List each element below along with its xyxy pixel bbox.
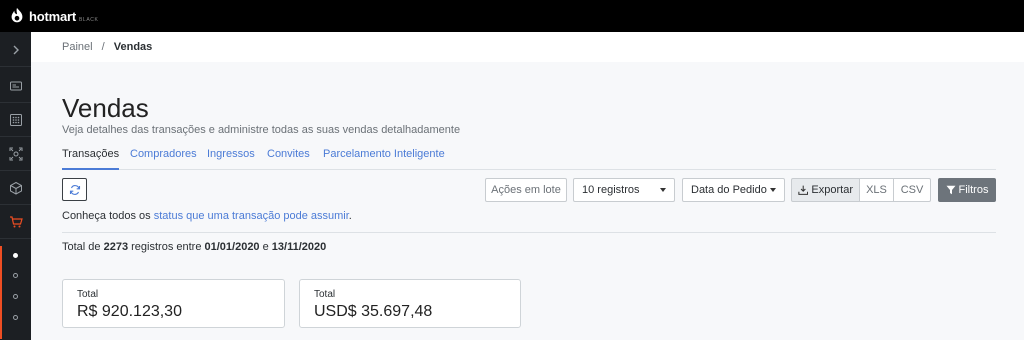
brand-logo[interactable]: hotmart BLACK — [8, 7, 98, 25]
summary-prefix: Total de — [62, 241, 104, 253]
submenu-dot[interactable] — [13, 315, 18, 320]
summary-and: e — [259, 241, 272, 253]
submenu-dot-active[interactable] — [13, 253, 18, 258]
card-label: Total — [77, 289, 99, 300]
breadcrumb: Painel / Vendas — [62, 41, 152, 53]
refresh-button[interactable] — [62, 178, 87, 201]
divider — [62, 232, 996, 233]
sidebar-item-sales[interactable] — [0, 206, 31, 239]
card-value: USD$ 35.697,48 — [314, 303, 433, 320]
records-per-page-select[interactable]: 10 registros — [573, 178, 675, 202]
date-type-value: Data do Pedido — [691, 184, 767, 196]
tab-convites[interactable]: Convites — [267, 148, 310, 170]
submenu-dot[interactable] — [13, 273, 18, 278]
grid-icon — [9, 114, 22, 126]
sidebar-item-products[interactable] — [0, 172, 31, 205]
top-bar: hotmart BLACK — [0, 0, 1024, 32]
export-group: Exportar XLS CSV — [791, 178, 931, 202]
export-xls-button[interactable]: XLS — [860, 178, 894, 202]
hotmart-flame-icon — [11, 7, 23, 23]
brand-tier: BLACK — [79, 17, 99, 23]
sidebar — [0, 32, 31, 340]
funnel-icon — [946, 185, 956, 195]
summary-end-date: 13/11/2020 — [271, 241, 327, 253]
summary-count: 2273 — [103, 241, 129, 253]
breadcrumb-current: Vendas — [113, 41, 153, 53]
export-csv-button[interactable]: CSV — [894, 178, 931, 202]
summary-start-date: 01/01/2020 — [204, 241, 260, 253]
export-button[interactable]: Exportar — [791, 178, 860, 202]
records-summary: Total de 2273 registros entre 01/01/2020… — [62, 241, 326, 253]
date-type-select[interactable]: Data do Pedido — [682, 178, 785, 202]
records-per-page-value: 10 registros — [582, 184, 640, 196]
caret-down-icon — [660, 188, 666, 192]
info-prefix: Conheça todos os — [62, 210, 154, 222]
refresh-icon — [69, 184, 80, 195]
filters-label: Filtros — [958, 184, 989, 196]
page-title: Vendas — [62, 93, 149, 123]
export-label: Exportar — [811, 184, 853, 196]
sidebar-item-dashboard[interactable] — [0, 70, 31, 103]
sidebar-expand-button[interactable] — [0, 34, 31, 67]
transaction-status-link[interactable]: status que uma transação pode assumir — [154, 210, 349, 222]
card-label: Total — [314, 289, 336, 300]
total-usd-card: Total USD$ 35.697,48 — [299, 279, 521, 328]
tab-compradores[interactable]: Compradores — [130, 148, 197, 170]
caret-down-icon — [770, 188, 776, 192]
card-value: R$ 920.123,30 — [77, 303, 182, 320]
submenu-dot[interactable] — [13, 294, 18, 299]
page-subtitle: Veja detalhes das transações e administr… — [62, 124, 461, 136]
status-info-text: Conheça todos os status que uma transaçã… — [62, 210, 352, 222]
id-card-icon — [9, 81, 22, 91]
brand-name: hotmart — [29, 9, 76, 24]
sidebar-active-indicator — [0, 246, 2, 339]
box-icon — [9, 181, 22, 195]
sidebar-item-network[interactable] — [0, 138, 31, 171]
breadcrumb-bar: Painel / Vendas — [31, 32, 1024, 62]
sidebar-item-apps[interactable] — [0, 104, 31, 137]
bulk-actions-button[interactable]: Ações em lote — [485, 178, 567, 202]
tab-bar: Transações Compradores Ingressos Convite… — [62, 148, 996, 170]
download-tray-icon — [798, 185, 809, 195]
breadcrumb-separator: / — [101, 41, 105, 53]
summary-middle: registros entre — [128, 241, 205, 253]
tab-parcelamento-inteligente[interactable]: Parcelamento Inteligente — [323, 148, 445, 170]
breadcrumb-parent-link[interactable]: Painel — [62, 41, 93, 53]
tab-transacoes[interactable]: Transações — [62, 148, 120, 170]
info-suffix: . — [348, 210, 352, 222]
network-icon — [9, 147, 22, 161]
cart-icon — [9, 216, 23, 228]
tab-ingressos[interactable]: Ingressos — [207, 148, 255, 170]
chevron-right-icon — [13, 45, 19, 55]
filters-button[interactable]: Filtros — [938, 178, 996, 202]
total-brl-card: Total R$ 920.123,30 — [62, 279, 285, 328]
